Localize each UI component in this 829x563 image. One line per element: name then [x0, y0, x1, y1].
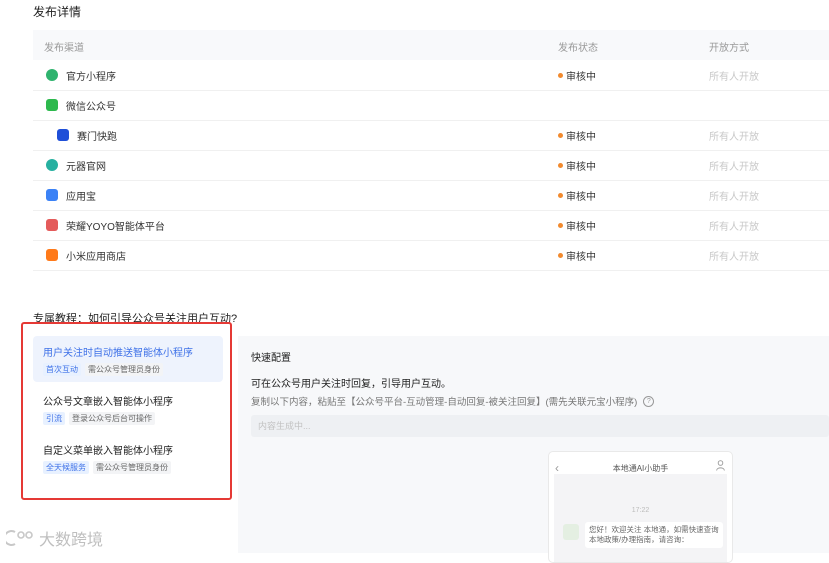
channel-name: 微信公众号 [66, 101, 116, 113]
header-status: 发布状态 [558, 43, 598, 54]
yingyongbao-icon [46, 189, 58, 201]
channel-name: 官方小程序 [66, 71, 116, 83]
channel-cell: 应用宝 [46, 180, 96, 210]
channel-name: 荣耀YOYO智能体平台 [66, 221, 165, 233]
channel-name: 赛门快跑 [77, 131, 117, 143]
quick-config-panel: 快速配置 可在公众号用户关注时回复，引导用户互动。 复制以下内容，粘贴至【公众号… [238, 336, 829, 563]
mode-cell: 所有人开放 [709, 71, 759, 83]
status-cell: 审核中 [558, 120, 596, 150]
status-dot-icon [558, 192, 563, 198]
page-title: 发布详情 [33, 5, 82, 19]
status-dot-icon [558, 72, 563, 78]
preview-title: 本地通AI小助手 [612, 464, 669, 473]
bot-avatar-icon [563, 524, 579, 540]
mode-cell: 所有人开放 [709, 161, 759, 173]
help-icon[interactable]: ? [643, 395, 655, 407]
watermark: 大数跨境 [6, 526, 103, 550]
channel-cell: 官方小程序 [46, 60, 116, 90]
status-text: 审核中 [566, 191, 596, 203]
reply-content-field[interactable] [251, 415, 829, 437]
channel-cell: 元器官网 [46, 150, 106, 180]
yuanqi-icon [46, 159, 58, 171]
user-icon [716, 460, 725, 471]
reply-content-input[interactable] [251, 415, 829, 437]
status-dot-icon [558, 222, 563, 228]
table-row[interactable]: 元器官网 审核中 所有人开放 [33, 150, 829, 181]
table-header: 发布渠道 发布状态 开放方式 [33, 30, 829, 60]
channel-name: 小米应用商店 [66, 251, 126, 263]
status-cell: 审核中 [558, 150, 596, 180]
watermark-text: 大数跨境 [39, 532, 104, 549]
status-dot-icon [558, 162, 563, 168]
panel-subtitle: 可在公众号用户关注时回复，引导用户互动。 [251, 379, 451, 390]
status-cell: 审核中 [558, 240, 596, 270]
phone-preview: ‹ 本地通AI小助手 17:22 您好！欢迎关注 本地通，如需快速查询本地政策/… [548, 451, 733, 563]
panel-heading: 快速配置 [251, 353, 291, 364]
channel-cell: 微信公众号 [46, 90, 116, 120]
highlight-box [21, 322, 232, 500]
channel-cell: 赛门快跑 [57, 120, 117, 150]
preview-chat-area: 17:22 您好！欢迎关注 本地通，如需快速查询本地政策/办理指南，请咨询： [554, 474, 727, 562]
status-text: 审核中 [566, 131, 596, 143]
status-cell: 审核中 [558, 180, 596, 210]
table-row[interactable]: 荣耀YOYO智能体平台 审核中 所有人开放 [33, 210, 829, 241]
channel-name: 应用宝 [66, 191, 96, 203]
table-row[interactable]: 应用宝 审核中 所有人开放 [33, 180, 829, 211]
status-text: 审核中 [566, 161, 596, 173]
saimen-icon [57, 129, 69, 141]
channel-name: 元器官网 [66, 161, 106, 173]
mode-cell: 所有人开放 [709, 131, 759, 143]
table-row[interactable]: 官方小程序 审核中 所有人开放 [33, 60, 829, 91]
channel-cell: 小米应用商店 [46, 240, 126, 270]
status-cell: 审核中 [558, 60, 596, 90]
copy-instruction-text: 复制以下内容，粘贴至【公众号平台-互动管理-自动回复-被关注回复】(需先关联元宝… [251, 397, 638, 408]
panel-copy-instruction: 复制以下内容，粘贴至【公众号平台-互动管理-自动回复-被关注回复】(需先关联元宝… [251, 394, 655, 408]
mode-cell: 所有人开放 [709, 221, 759, 233]
status-dot-icon [558, 252, 563, 258]
table-row[interactable]: 赛门快跑 审核中 所有人开放 [33, 120, 829, 151]
status-dot-icon [558, 132, 563, 138]
xiaomi-store-icon [46, 249, 58, 261]
status-cell: 审核中 [558, 210, 596, 240]
honor-yoyo-icon [46, 219, 58, 231]
channel-cell: 荣耀YOYO智能体平台 [46, 210, 165, 240]
mode-cell: 所有人开放 [709, 251, 759, 263]
table-row[interactable]: 小米应用商店 审核中 所有人开放 [33, 240, 829, 271]
mode-cell: 所有人开放 [709, 191, 759, 203]
preview-message: 您好！欢迎关注 本地通，如需快速查询本地政策/办理指南，请咨询： [585, 522, 723, 548]
status-text: 审核中 [566, 71, 596, 83]
header-channel: 发布渠道 [44, 43, 84, 54]
wechat-official-icon [46, 99, 58, 111]
status-text: 审核中 [566, 221, 596, 233]
watermark-logo-icon [6, 530, 33, 546]
mini-program-icon [46, 69, 58, 81]
status-text: 审核中 [566, 251, 596, 263]
preview-time: 17:22 [631, 507, 650, 514]
table-row[interactable]: 微信公众号 [33, 90, 829, 121]
header-mode: 开放方式 [709, 43, 749, 54]
